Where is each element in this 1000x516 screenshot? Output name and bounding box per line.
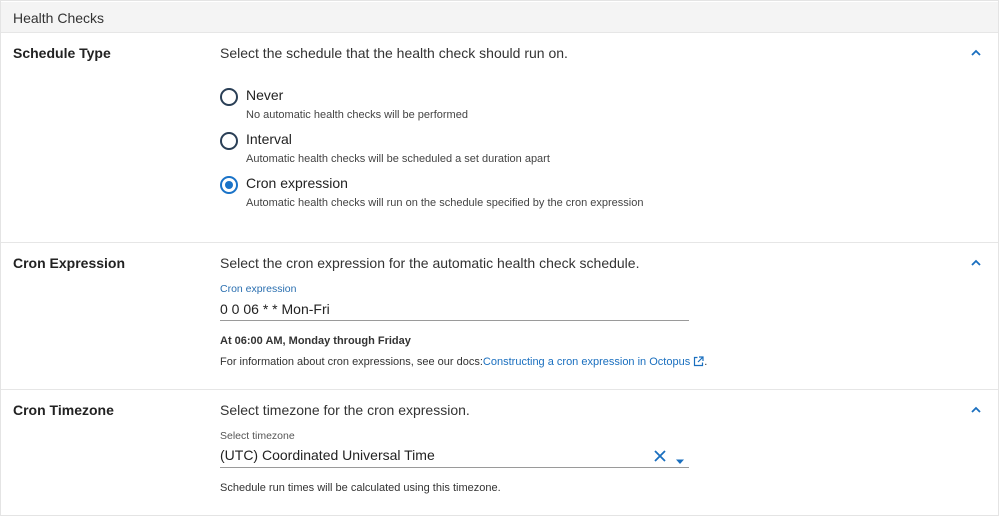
cron-info-suffix: .	[704, 356, 708, 368]
close-icon[interactable]	[653, 449, 667, 463]
external-link-icon[interactable]	[693, 356, 704, 370]
radio-help-cron: Automatic health checks will run on the …	[246, 197, 644, 209]
radio-label-interval[interactable]: Interval	[246, 131, 292, 147]
cron-timezone-description: Select timezone for the cron expression.	[220, 402, 470, 418]
cron-info: For information about cron expressions, …	[220, 356, 707, 370]
timezone-select-underline	[220, 467, 689, 468]
chevron-up-icon[interactable]	[969, 256, 983, 270]
panel-title: Health Checks	[13, 10, 105, 26]
radio-label-never[interactable]: Never	[246, 87, 283, 103]
cron-expression-title: Cron Expression	[13, 255, 126, 271]
schedule-type-description: Select the schedule that the health chec…	[220, 45, 568, 61]
schedule-type-title: Schedule Type	[13, 45, 111, 61]
radio-label-cron[interactable]: Cron expression	[246, 175, 348, 191]
cron-timezone-section: Cron Timezone Select timezone for the cr…	[1, 390, 998, 516]
chevron-up-icon[interactable]	[969, 403, 983, 417]
cron-info-prefix: For information about cron expressions, …	[220, 356, 483, 368]
cron-field-label: Cron expression	[220, 283, 297, 295]
chevron-up-icon[interactable]	[969, 46, 983, 60]
panel-header: Health Checks	[1, 2, 998, 33]
caret-down-icon[interactable]	[674, 453, 686, 464]
cron-docs-link[interactable]: Constructing a cron expression in Octopu…	[483, 356, 690, 368]
radio-interval[interactable]	[220, 132, 238, 150]
cron-input-underline	[220, 320, 689, 321]
cron-expression-description: Select the cron expression for the autom…	[220, 255, 640, 271]
cron-expression-input[interactable]: 0 0 06 * * Mon-Fri	[220, 301, 330, 317]
timezone-field-label: Select timezone	[220, 430, 295, 442]
cron-summary: At 06:00 AM, Monday through Friday	[220, 335, 411, 347]
timezone-note: Schedule run times will be calculated us…	[220, 482, 501, 494]
schedule-type-section: Schedule Type Select the schedule that t…	[1, 33, 998, 243]
radio-help-never: No automatic health checks will be perfo…	[246, 109, 468, 121]
cron-expression-section: Cron Expression Select the cron expressi…	[1, 243, 998, 390]
radio-cron[interactable]	[220, 176, 238, 194]
cron-timezone-title: Cron Timezone	[13, 402, 114, 418]
timezone-select[interactable]: (UTC) Coordinated Universal Time	[220, 447, 435, 463]
radio-never[interactable]	[220, 88, 238, 106]
radio-help-interval: Automatic health checks will be schedule…	[246, 153, 550, 165]
